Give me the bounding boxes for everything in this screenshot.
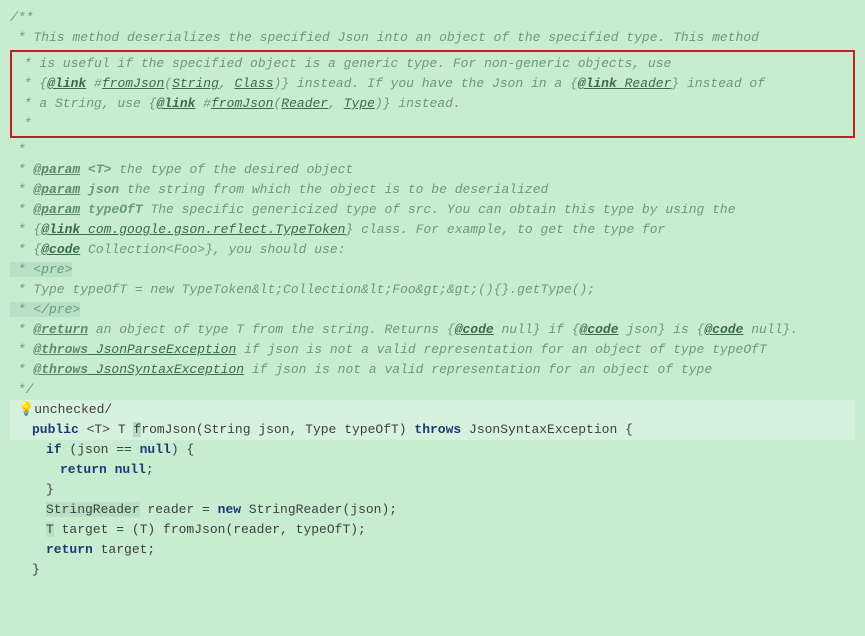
javadoc-line: * This method deserializes the specified… xyxy=(10,28,855,48)
code-line[interactable]: } xyxy=(10,560,855,580)
javadoc-line: * is useful if the specified object is a… xyxy=(16,54,849,74)
javadoc-pre-close: * </pre> xyxy=(10,300,855,320)
code-line[interactable]: if (json == null) { xyxy=(10,440,855,460)
suppress-label: unchecked/ xyxy=(34,400,112,420)
code-line[interactable]: return null; xyxy=(10,460,855,480)
javadoc-pre-body: * Type typeOfT = new TypeToken&lt;Collec… xyxy=(10,280,855,300)
lightbulb-icon[interactable]: 💡 xyxy=(18,400,34,420)
code-line[interactable]: return target; xyxy=(10,540,855,560)
inspection-line[interactable]: 💡unchecked/ xyxy=(10,400,855,420)
javadoc-throws: * @throws JsonParseException if json is … xyxy=(10,340,855,360)
javadoc-param: * @param json the string from which the … xyxy=(10,180,855,200)
javadoc-close: */ xyxy=(10,380,855,400)
javadoc-open: /** xyxy=(10,8,855,28)
method-signature[interactable]: public <T> T fromJson(String json, Type … xyxy=(10,420,855,440)
javadoc-pre-open: * <pre> xyxy=(10,260,855,280)
javadoc-line: * a String, use {@link #fromJson(Reader,… xyxy=(16,94,849,114)
javadoc-blank: * xyxy=(10,140,855,160)
code-line[interactable]: StringReader reader = new StringReader(j… xyxy=(10,500,855,520)
highlighted-javadoc-box: * is useful if the specified object is a… xyxy=(10,50,855,138)
javadoc-param: * @param typeOfT The specific genericize… xyxy=(10,200,855,220)
javadoc-line: * {@link #fromJson(String, Class)} inste… xyxy=(16,74,849,94)
javadoc-return: * @return an object of type T from the s… xyxy=(10,320,855,340)
javadoc-line: * {@link com.google.gson.reflect.TypeTok… xyxy=(10,220,855,240)
javadoc-param: * @param <T> the type of the desired obj… xyxy=(10,160,855,180)
javadoc-line: * xyxy=(16,114,849,134)
code-line[interactable]: } xyxy=(10,480,855,500)
javadoc-throws: * @throws JsonSyntaxException if json is… xyxy=(10,360,855,380)
javadoc-line: * {@code Collection<Foo>}, you should us… xyxy=(10,240,855,260)
code-line[interactable]: T target = (T) fromJson(reader, typeOfT)… xyxy=(10,520,855,540)
